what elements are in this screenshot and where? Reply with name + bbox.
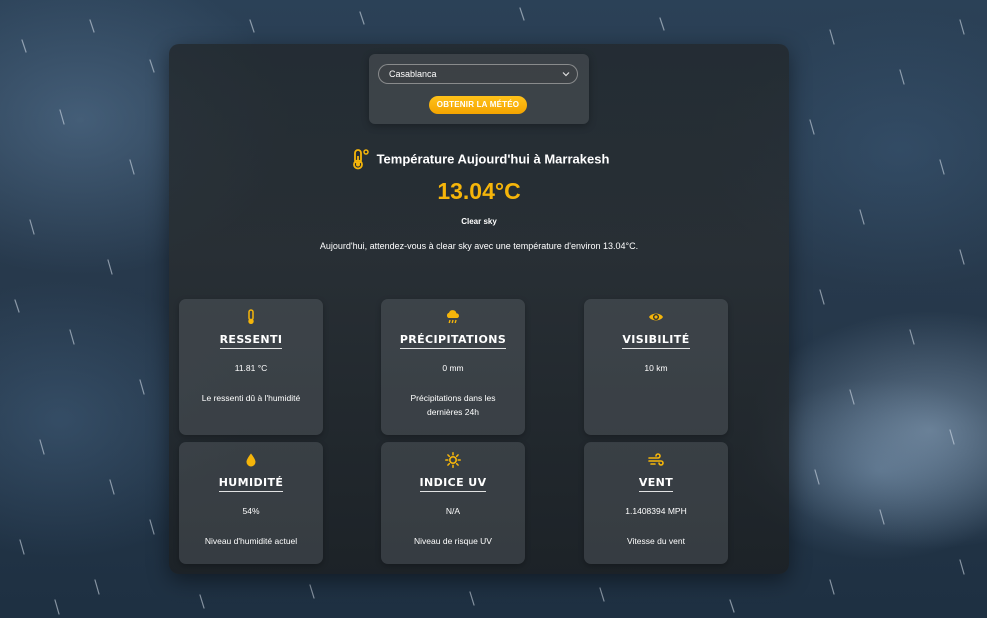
city-select[interactable]: Casablanca [378, 64, 578, 84]
title-text: Température Aujourd'hui à Marrakesh [376, 151, 610, 167]
card-label: VISIBILITÉ [622, 333, 690, 349]
card-value: 1.1408394 MPH [625, 506, 687, 516]
chevron-down-icon [562, 72, 570, 77]
card-precipitation: PRÉCIPITATIONS 0 mm Précipitations dans … [381, 299, 525, 435]
weather-summary: Aujourd'hui, attendez-vous à clear sky a… [319, 241, 639, 251]
sun-icon [445, 452, 461, 468]
wind-icon [648, 453, 664, 466]
card-label: PRÉCIPITATIONS [399, 333, 507, 349]
card-value: 10 km [644, 363, 668, 373]
get-weather-button[interactable]: OBTENIR LA MÉTÉO [429, 96, 527, 114]
card-description: Niveau de risque UV [414, 536, 492, 546]
card-label: VENT [638, 476, 674, 492]
page-title: Température Aujourd'hui à Marrakesh [169, 148, 789, 170]
thermometer-icon [248, 309, 254, 324]
card-description: Précipitations dans les dernières 24h [410, 393, 496, 417]
city-search-box: Casablanca OBTENIR LA MÉTÉO [369, 54, 589, 124]
card-description: Niveau d'humidité actuel [204, 536, 298, 546]
card-label: INDICE UV [419, 476, 487, 492]
city-select-value: Casablanca [389, 69, 437, 79]
weather-panel: Casablanca OBTENIR LA MÉTÉO Température … [169, 44, 789, 574]
droplet-icon [246, 453, 256, 467]
card-description: Vitesse du vent [627, 536, 685, 546]
card-humidity: HUMIDITÉ 54% Niveau d'humidité actuel [179, 442, 323, 564]
card-feels-like: RESSENTI 11.81 °C Le ressenti dû à l'hum… [179, 299, 323, 435]
card-wind: VENT 1.1408394 MPH Vitesse du vent [584, 442, 728, 564]
cloud-rain-icon [446, 310, 459, 324]
card-uv-index: INDICE UV N/A Niveau de risque UV [381, 442, 525, 564]
card-value: N/A [445, 506, 461, 516]
card-label: RESSENTI [219, 333, 283, 349]
eye-icon [649, 313, 663, 321]
current-temperature: 13.04°C [437, 178, 521, 204]
card-value: 54% [242, 506, 260, 516]
card-description: Le ressenti dû à l'humidité [201, 393, 301, 403]
card-value: 11.81 °C [234, 363, 268, 373]
card-label: HUMIDITÉ [218, 476, 284, 492]
card-value: 0 mm [442, 363, 464, 373]
thermometer-icon [352, 149, 369, 170]
card-visibility: VISIBILITÉ 10 km [584, 299, 728, 435]
weather-condition: Clear sky [461, 217, 497, 226]
